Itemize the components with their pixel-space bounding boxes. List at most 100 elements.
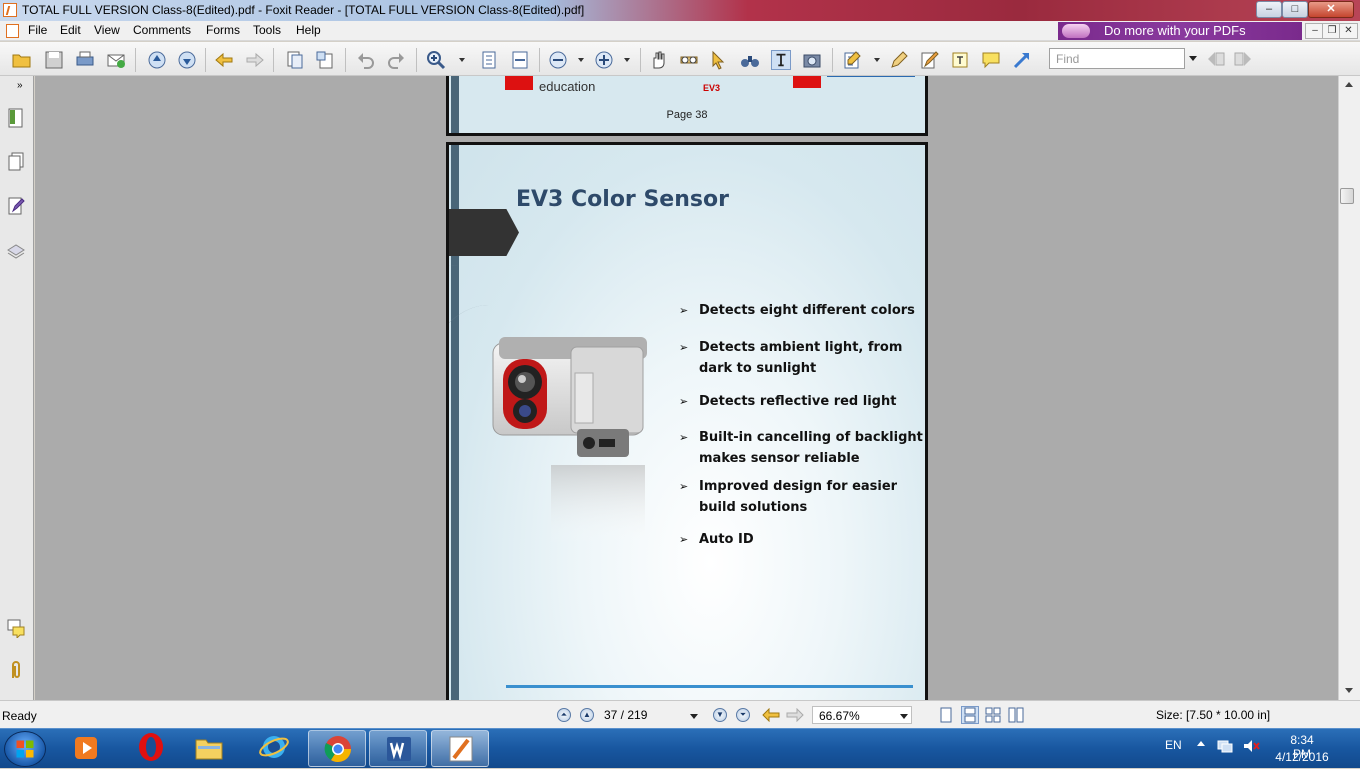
previous-page-icon[interactable]	[147, 50, 167, 70]
navigation-panel: »	[0, 76, 34, 700]
maximize-button[interactable]: □	[1282, 1, 1308, 18]
email-icon[interactable]	[106, 50, 126, 70]
menu-edit[interactable]: Edit	[56, 23, 85, 37]
prev-page-status-icon[interactable]: ▲	[580, 708, 594, 722]
textbox-icon[interactable]	[950, 50, 970, 70]
next-page-icon[interactable]	[177, 50, 197, 70]
back-view-icon[interactable]	[762, 708, 780, 722]
page-dropdown-arrow-icon[interactable]	[690, 714, 698, 719]
pdf-page-37: EV3 Color Sensor ➢ Detects eight differe…	[446, 142, 928, 702]
menu-comments[interactable]: Comments	[129, 23, 195, 37]
bullet-arrow-icon: ➢	[679, 304, 689, 317]
zoom-in-circle-icon[interactable]	[594, 50, 614, 70]
open-folder-icon[interactable]	[12, 50, 32, 70]
hand-tool-icon[interactable]	[649, 50, 669, 70]
internet-explorer-icon[interactable]	[258, 732, 290, 762]
zoom-dropdown-arrow-icon[interactable]	[900, 714, 908, 719]
attachments-icon[interactable]	[7, 660, 25, 680]
find-input[interactable]: Find	[1049, 48, 1185, 69]
menu-help[interactable]: Help	[292, 23, 325, 37]
network-icon[interactable]	[1216, 738, 1234, 754]
scrollbar-thumb[interactable]	[1340, 188, 1354, 204]
page-label: Page 38	[666, 109, 708, 121]
loupe-tool-icon[interactable]	[679, 50, 699, 70]
status-text: Ready	[2, 709, 37, 723]
menu-tools[interactable]: Tools	[249, 23, 285, 37]
menu-forms[interactable]: Forms	[202, 23, 244, 37]
bullet-arrow-icon: ➢	[679, 480, 689, 493]
zoom-level-field[interactable]: 66.67%	[812, 706, 912, 724]
file-explorer-icon[interactable]	[194, 734, 224, 762]
forward-view-icon	[786, 708, 804, 722]
volume-muted-icon[interactable]	[1242, 738, 1260, 754]
zoom-in-icon[interactable]	[426, 50, 446, 70]
continuous-page-icon[interactable]	[961, 706, 979, 724]
binoculars-icon[interactable]	[740, 50, 760, 70]
clock-date[interactable]: 4/12/2016	[1272, 750, 1332, 764]
expand-panel-icon[interactable]: »	[17, 80, 23, 91]
zoom-out-circle-icon[interactable]	[548, 50, 568, 70]
continuous-facing-icon[interactable]	[1008, 707, 1024, 723]
close-button[interactable]: ✕	[1308, 1, 1354, 18]
foxit-reader-icon	[449, 736, 473, 762]
find-next-icon[interactable]	[1233, 50, 1253, 68]
opera-icon[interactable]	[136, 732, 166, 762]
print-icon[interactable]	[75, 50, 95, 70]
insert-pages-icon[interactable]	[315, 50, 335, 70]
taskbar-chrome[interactable]	[308, 730, 366, 767]
bullet-arrow-icon: ➢	[679, 533, 689, 546]
find-previous-icon[interactable]	[1206, 50, 1226, 68]
pages-icon[interactable]	[7, 152, 25, 172]
comment-icon[interactable]	[981, 50, 1001, 70]
redo-icon	[388, 53, 404, 69]
minimize-button[interactable]: –	[1256, 1, 1282, 18]
layers-icon[interactable]	[7, 240, 25, 260]
word-icon	[387, 737, 411, 761]
bookmarks-icon[interactable]	[7, 108, 25, 128]
typewriter-icon[interactable]	[842, 50, 862, 70]
slide-title: EV3 Color Sensor	[516, 187, 729, 212]
fit-width-icon[interactable]	[510, 50, 530, 70]
facing-pages-icon[interactable]	[985, 707, 1001, 723]
start-button[interactable]	[4, 731, 46, 767]
fit-page-icon[interactable]	[479, 50, 499, 70]
lego-education-text: education	[539, 79, 596, 94]
single-page-icon[interactable]	[938, 707, 954, 723]
media-player-icon[interactable]	[72, 734, 100, 762]
menu-view[interactable]: View	[90, 23, 124, 37]
chrome-icon	[324, 736, 352, 763]
language-indicator[interactable]: EN	[1165, 738, 1182, 752]
lego-logo-right	[793, 76, 821, 88]
menu-file[interactable]: File	[24, 23, 51, 37]
document-icon[interactable]	[6, 24, 19, 38]
doc-close-button[interactable]: ✕	[1339, 23, 1358, 39]
scroll-down-icon[interactable]	[1345, 688, 1353, 693]
vertical-scrollbar[interactable]	[1338, 76, 1360, 700]
first-page-icon[interactable]: ⏶	[557, 708, 571, 722]
ev3-color-sensor-image	[492, 337, 647, 545]
windows-logo-icon	[16, 740, 34, 758]
select-tool-icon[interactable]	[709, 50, 729, 70]
last-page-icon[interactable]: ⏷	[736, 708, 750, 722]
text-select-icon[interactable]	[771, 50, 791, 70]
scroll-up-icon[interactable]	[1345, 82, 1353, 87]
arrow-tool-icon[interactable]	[1012, 50, 1032, 70]
promo-banner[interactable]: Do more with your PDFs	[1058, 22, 1302, 40]
undo-icon	[358, 53, 374, 69]
title-chevron-shape	[449, 209, 519, 256]
taskbar-foxit-reader[interactable]	[431, 730, 489, 767]
extract-pages-icon[interactable]	[285, 50, 305, 70]
pencil-icon[interactable]	[889, 50, 909, 70]
note-edit-icon[interactable]	[919, 50, 939, 70]
find-dropdown-arrow-icon[interactable]	[1189, 56, 1197, 61]
lego-education-line	[827, 76, 915, 77]
next-page-status-icon[interactable]: ▼	[713, 708, 727, 722]
save-icon[interactable]	[44, 50, 64, 70]
pdf-page-38: education EV3 Page 38	[446, 76, 928, 136]
back-arrow-icon[interactable]	[214, 50, 234, 70]
annotations-icon[interactable]	[7, 196, 25, 216]
show-hidden-icons-icon[interactable]	[1197, 741, 1205, 746]
taskbar-word[interactable]	[369, 730, 427, 767]
comments-list-icon[interactable]	[7, 618, 25, 638]
snapshot-icon[interactable]	[802, 50, 822, 70]
